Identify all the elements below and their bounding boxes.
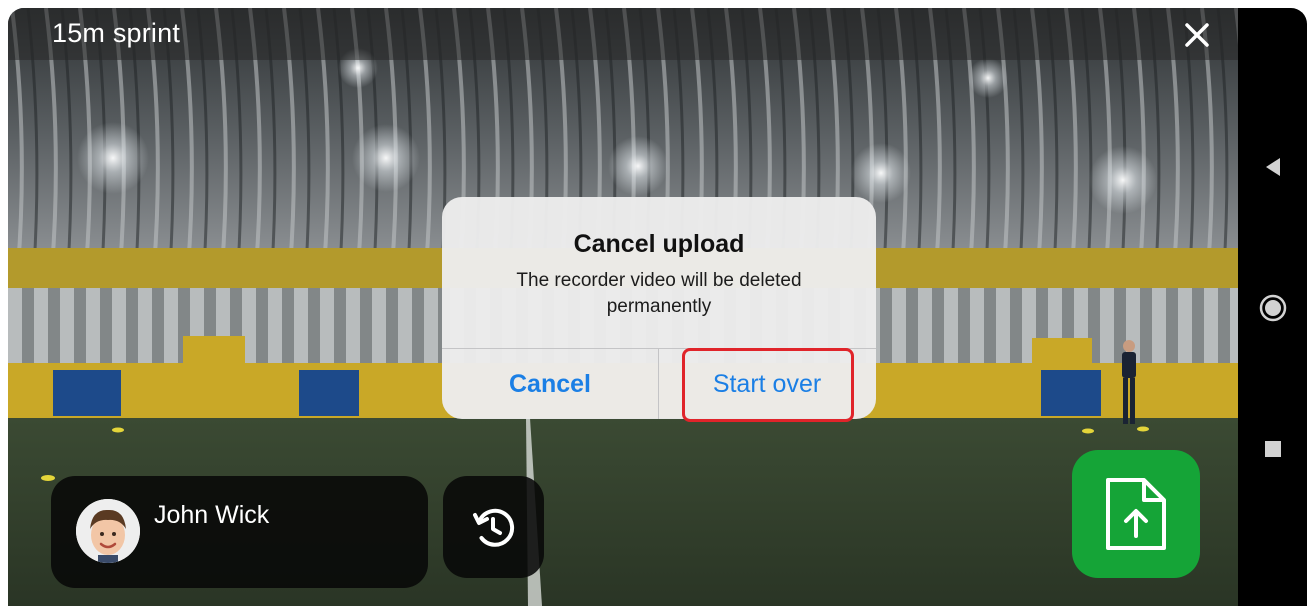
athlete-chip[interactable]: John Wick [51, 476, 428, 588]
start-over-button[interactable]: Start over [659, 349, 875, 419]
close-icon [1185, 23, 1209, 47]
close-button[interactable] [1180, 18, 1214, 52]
page-title: 15m sprint [52, 18, 181, 48]
recents-button[interactable] [1264, 440, 1282, 463]
avatar-face-icon [76, 499, 140, 563]
top-bar: 15m sprint [8, 8, 1238, 60]
athlete-name: John Wick [154, 501, 270, 529]
recents-icon [1265, 441, 1281, 457]
cancel-button[interactable]: Cancel [442, 349, 658, 419]
retake-icon [473, 508, 515, 547]
home-button[interactable] [1259, 294, 1287, 327]
system-nav-bar [1238, 8, 1307, 606]
back-button[interactable] [1262, 156, 1284, 183]
cancel-upload-dialog: Cancel upload The recorder video will be… [442, 197, 876, 419]
avatar [76, 499, 140, 563]
back-icon [1266, 158, 1280, 176]
home-icon [1259, 294, 1287, 322]
upload-button[interactable] [1072, 450, 1200, 578]
app-screen: 15m sprint John Wick Cancel upload The r… [0, 0, 1307, 606]
dialog-title: Cancel upload [573, 230, 745, 258]
upload-file-icon [1106, 478, 1166, 550]
dialog-message: The recorder video will be deleted perma… [516, 270, 802, 317]
retake-button[interactable] [443, 476, 544, 578]
